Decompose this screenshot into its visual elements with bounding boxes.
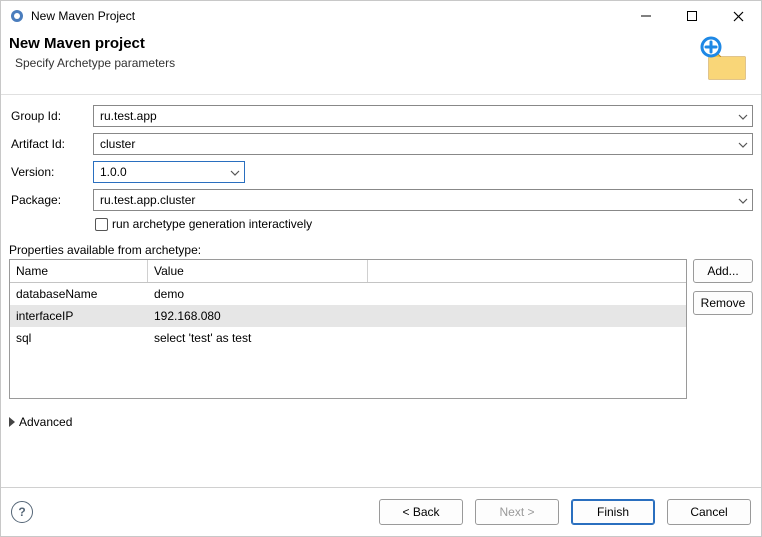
properties-area: Name Value databaseName demo interfaceIP…	[1, 259, 761, 399]
minimize-button[interactable]	[623, 1, 669, 31]
titlebar: New Maven Project	[1, 1, 761, 31]
chevron-down-icon	[738, 111, 748, 121]
properties-table[interactable]: Name Value databaseName demo interfaceIP…	[9, 259, 687, 399]
package-value: ru.test.app.cluster	[100, 193, 195, 207]
table-header: Name Value	[10, 260, 686, 283]
cell-value: select 'test' as test	[148, 331, 368, 345]
chevron-down-icon	[738, 195, 748, 205]
table-row[interactable]: sql select 'test' as test	[10, 327, 686, 349]
run-interactive-label: run archetype generation interactively	[112, 217, 312, 231]
cell-name: interfaceIP	[10, 309, 148, 323]
artifact-id-value: cluster	[100, 137, 135, 151]
cancel-button[interactable]: Cancel	[667, 499, 751, 525]
version-label: Version:	[9, 165, 87, 179]
artifact-id-label: Artifact Id:	[9, 137, 87, 151]
version-combo[interactable]: 1.0.0	[93, 161, 245, 183]
wizard-footer: ? < Back Next > Finish Cancel	[1, 488, 761, 536]
help-button[interactable]: ?	[11, 501, 33, 523]
app-icon	[9, 8, 25, 24]
window-title: New Maven Project	[31, 9, 135, 23]
cell-name: databaseName	[10, 287, 148, 301]
run-interactive-checkbox[interactable]	[95, 218, 108, 231]
remove-button[interactable]: Remove	[693, 291, 753, 315]
group-id-combo[interactable]: ru.test.app	[93, 105, 753, 127]
next-button[interactable]: Next >	[475, 499, 559, 525]
add-button[interactable]: Add...	[693, 259, 753, 283]
col-header-value[interactable]: Value	[148, 260, 368, 282]
group-id-value: ru.test.app	[100, 109, 157, 123]
cell-name: sql	[10, 331, 148, 345]
new-project-icon	[695, 35, 751, 83]
properties-section-label: Properties available from archetype:	[1, 237, 761, 259]
maximize-button[interactable]	[669, 1, 715, 31]
package-combo[interactable]: ru.test.app.cluster	[93, 189, 753, 211]
table-row[interactable]: interfaceIP 192.168.080	[10, 305, 686, 327]
col-header-name[interactable]: Name	[10, 260, 148, 282]
finish-button[interactable]: Finish	[571, 499, 655, 525]
table-body: databaseName demo interfaceIP 192.168.08…	[10, 283, 686, 398]
cell-value: 192.168.080	[148, 309, 368, 323]
page-title: New Maven project	[9, 35, 695, 52]
wizard-header: New Maven project Specify Archetype para…	[1, 31, 761, 94]
artifact-id-combo[interactable]: cluster	[93, 133, 753, 155]
triangle-right-icon	[9, 417, 15, 427]
version-value: 1.0.0	[100, 165, 127, 179]
page-subtitle: Specify Archetype parameters	[15, 56, 695, 70]
advanced-label: Advanced	[19, 415, 72, 429]
package-label: Package:	[9, 193, 87, 207]
back-button[interactable]: < Back	[379, 499, 463, 525]
form-area: Group Id: ru.test.app Artifact Id: clust…	[1, 94, 761, 237]
chevron-down-icon	[230, 167, 240, 177]
col-header-empty	[368, 260, 686, 282]
close-button[interactable]	[715, 1, 761, 31]
group-id-label: Group Id:	[9, 109, 87, 123]
table-row[interactable]: databaseName demo	[10, 283, 686, 305]
chevron-down-icon	[738, 139, 748, 149]
cell-value: demo	[148, 287, 368, 301]
advanced-toggle[interactable]: Advanced	[1, 399, 761, 433]
